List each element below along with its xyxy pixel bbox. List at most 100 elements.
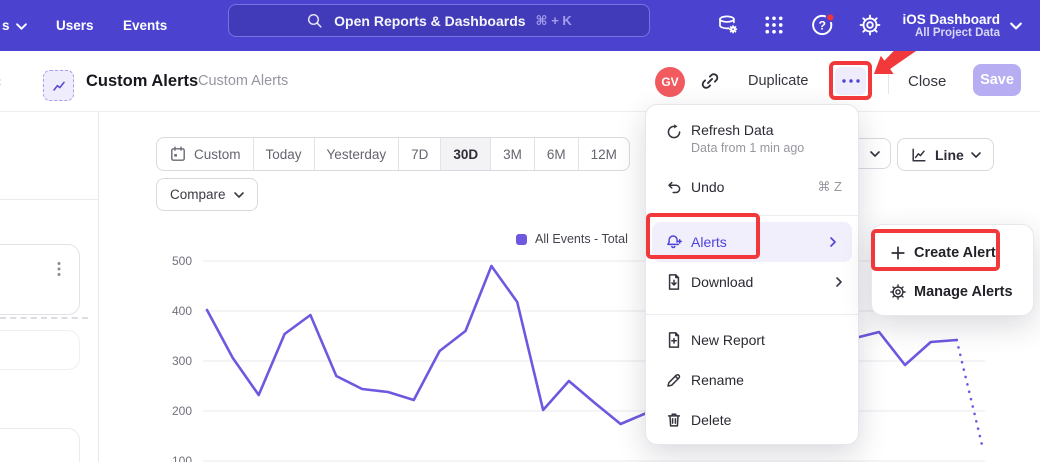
svg-text:200: 200 [172,404,192,418]
gear-icon [889,283,907,301]
menu-item-label: Alerts [691,234,727,250]
project-selector[interactable]: iOS Dashboard All Project Data [902,0,1022,51]
page-title: Custom Alerts [86,51,198,111]
collapse-chevron-fragment: ‹ [0,73,2,89]
menu-item-rename[interactable]: Rename [646,360,858,400]
menu-item-label: Undo [691,179,724,195]
help-icon: ? [810,12,836,38]
alerts-submenu: Create Alert Manage Alerts [871,224,1034,316]
more-options-icon [842,79,860,83]
chevron-down-icon [1010,22,1022,30]
chevron-down-icon [870,151,880,157]
breadcrumb: Custom Alerts [198,51,288,111]
nav-item-truncated[interactable]: s [2,0,27,51]
kebab-menu-icon[interactable] [57,261,61,277]
search-shortcut: ⌘ + K [536,13,572,29]
submenu-item-manage-alerts[interactable]: Manage Alerts [872,273,1033,311]
left-panel-row[interactable] [0,157,98,200]
legend-label: All Events - Total [535,232,628,246]
top-nav: s Users Events Open Reports & Dashboards… [0,0,1040,51]
menu-item-alerts[interactable]: Alerts [652,222,852,262]
svg-text:500: 500 [172,254,192,268]
chart-type-button[interactable]: Line [897,138,994,171]
save-button[interactable]: Save [973,64,1021,96]
close-button[interactable]: Close [908,51,946,111]
copy-link-icon [699,70,721,92]
report-header: ‹ Custom Alerts Custom Alerts GV Duplica… [0,51,1040,112]
svg-text:100: 100 [172,454,192,462]
date-range-control: Custom Today Yesterday 7D 30D 3M 6M 12M [156,137,630,171]
report-chart-icon [43,70,74,101]
menu-item-label: Refresh Data [691,121,804,139]
search-icon [306,12,324,30]
left-panel-card[interactable] [0,244,80,315]
menu-item-delete[interactable]: Delete [646,400,858,440]
date-range-custom[interactable]: Custom [157,138,254,170]
settings-gear-icon [858,13,882,37]
data-management-icon [716,13,740,37]
search-input[interactable]: Open Reports & Dashboards ⌘ + K [228,4,650,37]
chevron-right-icon [836,277,842,287]
calendar-icon [169,145,187,163]
svg-text:?: ? [818,18,826,32]
undo-icon [665,178,683,196]
chevron-right-icon [830,237,836,247]
settings-button[interactable] [855,10,885,40]
legend-item[interactable]: All Events - Total [516,231,628,247]
copy-link-button[interactable] [699,51,721,111]
left-panel-card[interactable] [0,330,80,370]
download-icon [665,273,683,291]
apps-grid-button[interactable] [759,10,789,40]
plus-icon [889,244,907,262]
avatar[interactable]: GV [655,67,685,97]
line-chart-icon [910,146,928,164]
pencil-icon [665,371,683,389]
menu-item-sublabel: Data from 1 min ago [691,140,804,157]
search-placeholder: Open Reports & Dashboards [334,13,525,29]
submenu-item-label: Manage Alerts [914,284,1013,300]
date-range-yesterday[interactable]: Yesterday [315,138,400,170]
nav-item-events[interactable]: Events [123,0,167,51]
menu-item-label: New Report [691,332,765,348]
compare-button[interactable]: Compare [156,178,258,211]
bell-plus-icon [665,233,683,251]
menu-divider [646,215,858,216]
legend-swatch [516,234,527,245]
menu-item-download[interactable]: Download [646,262,858,302]
menu-item-shortcut: ⌘ Z [817,179,842,195]
left-panel-row[interactable] [0,111,98,158]
date-range-30d[interactable]: 30D [441,138,491,170]
chevron-down-icon [971,152,981,158]
nav-item-users[interactable]: Users [56,0,94,51]
menu-item-label: Rename [691,372,744,388]
menu-divider [646,314,858,315]
menu-item-label: Download [691,274,753,290]
submenu-item-label: Create Alert [914,245,996,261]
project-name: iOS Dashboard [902,12,1000,27]
submenu-item-create-alert[interactable]: Create Alert [872,233,1033,273]
panel-divider [98,111,99,462]
date-range-today[interactable]: Today [254,138,315,170]
context-menu: Refresh Data Data from 1 min ago Undo ⌘ … [645,104,859,445]
svg-text:400: 400 [172,304,192,318]
date-range-12m[interactable]: 12M [579,138,629,170]
apps-grid-icon [763,14,785,36]
data-management-button[interactable] [713,10,743,40]
duplicate-button[interactable]: Duplicate [748,51,808,111]
menu-item-refresh-data[interactable]: Refresh Data Data from 1 min ago [646,116,858,169]
header-divider [888,67,889,94]
left-panel-card[interactable] [0,428,80,462]
menu-item-new-report[interactable]: New Report [646,320,858,360]
more-options-button[interactable] [835,67,866,95]
menu-item-undo[interactable]: Undo ⌘ Z [646,167,858,207]
trash-icon [665,411,683,429]
svg-text:300: 300 [172,354,192,368]
date-range-3m[interactable]: 3M [491,138,535,170]
app-window: 100 200 300 400 500 All Events - Total Custo… [0,0,1040,462]
date-range-7d[interactable]: 7D [399,138,441,170]
chevron-down-icon [234,192,244,198]
date-range-6m[interactable]: 6M [535,138,579,170]
refresh-icon [665,123,683,141]
drop-zone-dashed-line [0,317,88,319]
help-button[interactable]: ? [808,10,838,40]
